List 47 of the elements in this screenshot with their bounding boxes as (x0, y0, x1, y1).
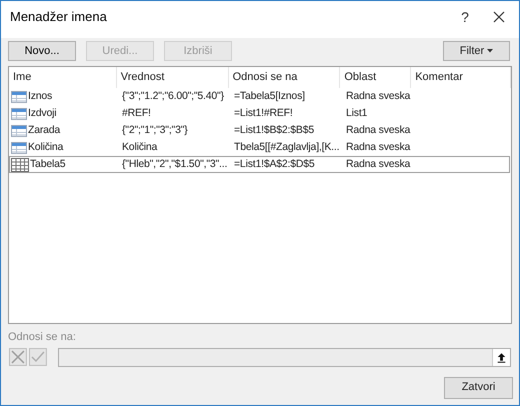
table-cell-text: Tbela5[[#Zaglavlja],[K... (234, 140, 340, 155)
name-icon (11, 142, 27, 154)
name-icon (11, 124, 27, 136)
check-icon[interactable] (28, 348, 47, 366)
name-row[interactable]: Tabela5 {"Hleb","2","$1.50","3"... =List1!$A$2:$D$5 Radna sveska (9, 156, 510, 173)
column-header[interactable]: Oblast (340, 67, 412, 88)
close-icon (493, 11, 505, 23)
toolbar-button[interactable]: Novo... (8, 41, 76, 61)
table-cell-text: =List1!$A$2:$D$5 (234, 156, 315, 172)
table-cell-text: Radna sveska (346, 88, 410, 104)
table-cell-text: {"2";"1";"3";"3"} (122, 122, 188, 138)
table-cell-text: Radna sveska (346, 140, 410, 155)
table-cell-text: {"Hleb","2","$1.50","3"... (122, 156, 228, 172)
table-cell-text: List1 (346, 106, 368, 121)
table-cell-text: Količina (122, 140, 158, 155)
column-header[interactable]: Odnosi se na (228, 67, 340, 88)
name-row[interactable]: Iznos {"3";"1.2";"6.00";"5.40"} =Tabela5[Iznos] Radna sveska (9, 88, 510, 105)
table-cell-text: Radna sveska (346, 156, 410, 172)
table-cell-text: Izdvoji (28, 106, 56, 121)
upload-icon[interactable] (492, 348, 510, 366)
filter-button[interactable]: Filter (443, 41, 510, 61)
table-cell-text: Količina (28, 140, 64, 155)
name-row[interactable]: Izdvoji #REF! =List1!#REF! List1 (9, 105, 510, 122)
table-cell-text: =Tabela5[Iznos] (234, 88, 305, 104)
cancel-icon[interactable] (9, 348, 27, 366)
name-row[interactable]: Količina Količina Tbela5[[#Zaglavlja],[K... Radna sveska (9, 139, 510, 156)
refers-to-label: Odnosi se na: (8, 330, 77, 345)
table-cell-text: Iznos (28, 88, 52, 104)
column-header[interactable]: Komentar (411, 67, 511, 88)
table-cell-text: Zarada (28, 122, 60, 138)
name-row[interactable]: Zarada {"2";"1";"3";"3"} =List1!$B$2:$B$5 Radna sveska (9, 122, 510, 139)
caret-icon (487, 49, 494, 53)
window-title: Menadžer imena (10, 8, 107, 26)
refers-to-field[interactable] (58, 348, 511, 366)
name-icon (11, 90, 27, 102)
close-dialog-button[interactable]: Zatvori (444, 376, 513, 398)
table-cell-text: Tabela5 (30, 156, 66, 172)
table-icon (11, 158, 29, 172)
name-icon (11, 108, 27, 120)
help-button[interactable]: ? (451, 3, 479, 31)
table-cell-text: Radna sveska (346, 122, 410, 138)
column-header[interactable]: Ime (9, 67, 117, 88)
table-cell-text: =List1!#REF! (234, 106, 293, 121)
table-cell-text: #REF! (122, 106, 151, 121)
table-cell-text: {"3";"1.2";"6.00";"5.40"} (122, 88, 224, 104)
column-header[interactable]: Vrednost (116, 67, 229, 88)
table-cell-text: =List1!$B$2:$B$5 (234, 122, 314, 138)
